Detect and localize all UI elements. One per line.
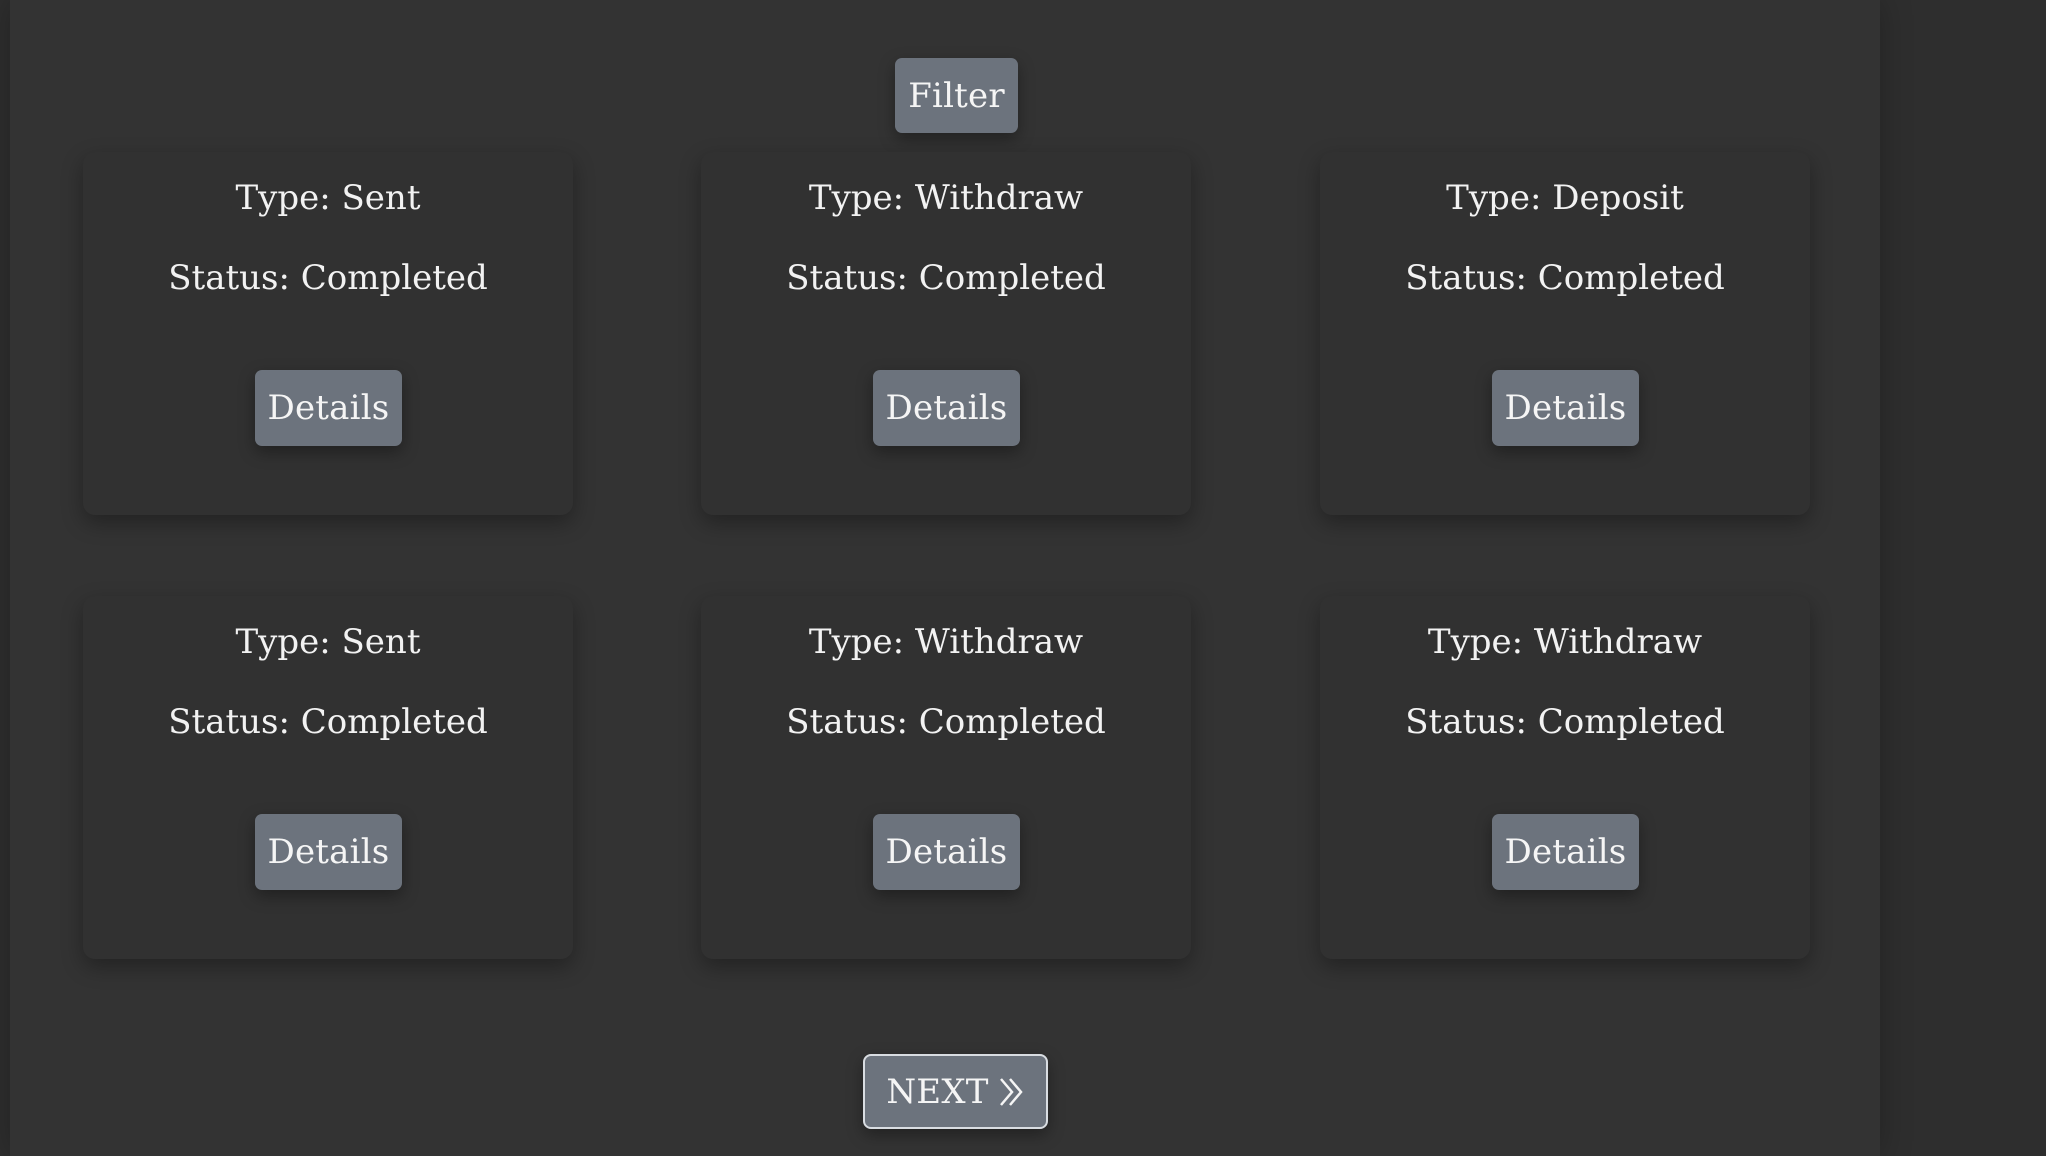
- transaction-status: Status: Completed: [786, 702, 1106, 742]
- transaction-card: Type: Withdraw Status: Completed Details: [701, 152, 1191, 515]
- details-button[interactable]: Details: [255, 814, 402, 890]
- transaction-status: Status: Completed: [1405, 702, 1725, 742]
- next-page-button[interactable]: NEXT: [863, 1054, 1048, 1129]
- transaction-card: Type: Withdraw Status: Completed Details: [701, 596, 1191, 959]
- page: Filter Type: Sent Status: Completed Deta…: [0, 0, 2046, 1156]
- double-chevron-right-icon: [999, 1077, 1023, 1106]
- transaction-status: Status: Completed: [786, 258, 1106, 298]
- details-button[interactable]: Details: [1492, 814, 1639, 890]
- transaction-card: Type: Deposit Status: Completed Details: [1320, 152, 1810, 515]
- transaction-type: Type: Withdraw: [1427, 622, 1703, 662]
- transaction-type: Type: Withdraw: [808, 178, 1084, 218]
- details-button[interactable]: Details: [255, 370, 402, 446]
- transaction-status: Status: Completed: [168, 702, 488, 742]
- transaction-card: Type: Sent Status: Completed Details: [83, 152, 573, 515]
- details-button[interactable]: Details: [1492, 370, 1639, 446]
- transaction-type: Type: Sent: [235, 178, 421, 218]
- transactions-panel: Filter Type: Sent Status: Completed Deta…: [10, 0, 1880, 1156]
- transaction-type: Type: Sent: [235, 622, 421, 662]
- transaction-card: Type: Withdraw Status: Completed Details: [1320, 596, 1810, 959]
- transaction-type: Type: Withdraw: [808, 622, 1084, 662]
- details-button[interactable]: Details: [873, 814, 1020, 890]
- transaction-status: Status: Completed: [1405, 258, 1725, 298]
- transaction-card: Type: Sent Status: Completed Details: [83, 596, 573, 959]
- next-label: NEXT: [886, 1071, 989, 1112]
- filter-button[interactable]: Filter: [895, 58, 1018, 133]
- details-button[interactable]: Details: [873, 370, 1020, 446]
- transaction-status: Status: Completed: [168, 258, 488, 298]
- transaction-type: Type: Deposit: [1446, 178, 1684, 218]
